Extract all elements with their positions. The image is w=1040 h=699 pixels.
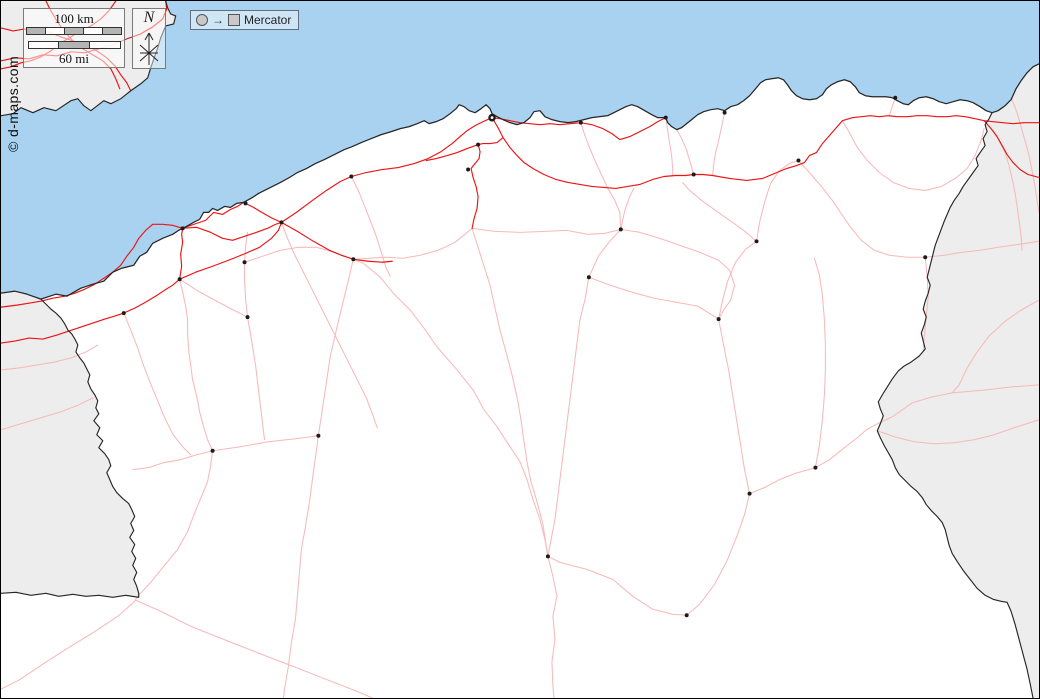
compass-star-icon [139,32,159,65]
city-dot-12 [691,172,696,177]
city-dot-6 [466,167,471,172]
city-dot-9 [722,110,727,115]
city-dot-8 [663,115,668,120]
city-dot-11 [796,158,801,163]
compass: N [132,8,166,69]
scale-bar: 100 km 60 mi [23,8,125,68]
city-dot-3 [279,220,284,225]
city-dot-19 [121,311,126,316]
city-dot-10 [893,95,898,100]
city-dot-7 [578,120,583,125]
city-dot-22 [210,448,215,453]
projection-legend: → Mercator [190,10,300,30]
city-dot-18 [177,277,182,282]
city-dot-21 [245,315,250,320]
city-dot-16 [923,255,928,260]
city-dot-27 [813,465,818,470]
city-dot-17 [716,317,721,322]
scale-km-label: 100 km [54,11,94,26]
city-dot-1 [242,260,247,265]
city-dot-15 [586,275,591,280]
city-dot-25 [684,613,689,618]
city-dot-0 [180,226,185,231]
scale-mi-label: 60 mi [59,51,89,66]
square-icon [228,14,240,26]
city-dot-13 [618,227,623,232]
capital-marker [488,113,496,122]
projection-label: Mercator [244,13,292,27]
city-dot-2 [243,201,248,206]
city-dot-26 [747,491,752,496]
city-dot-24 [545,554,550,559]
copyright-text: © d-maps.com [5,55,21,152]
north-label: N [143,9,155,26]
city-dot-23 [316,433,321,438]
scale-mi-bar [27,41,121,49]
city-dot-4 [349,174,354,179]
city-dot-5 [476,142,481,147]
map-window: 100 km 60 mi N → Mercator © d-maps.com [0,0,1040,699]
circle-icon [196,14,208,26]
arrow-right-icon: → [212,13,224,27]
map-canvas [1,1,1039,698]
scale-km-bar [26,27,122,35]
city-dot-20 [351,257,356,262]
city-dot-14 [754,239,759,244]
